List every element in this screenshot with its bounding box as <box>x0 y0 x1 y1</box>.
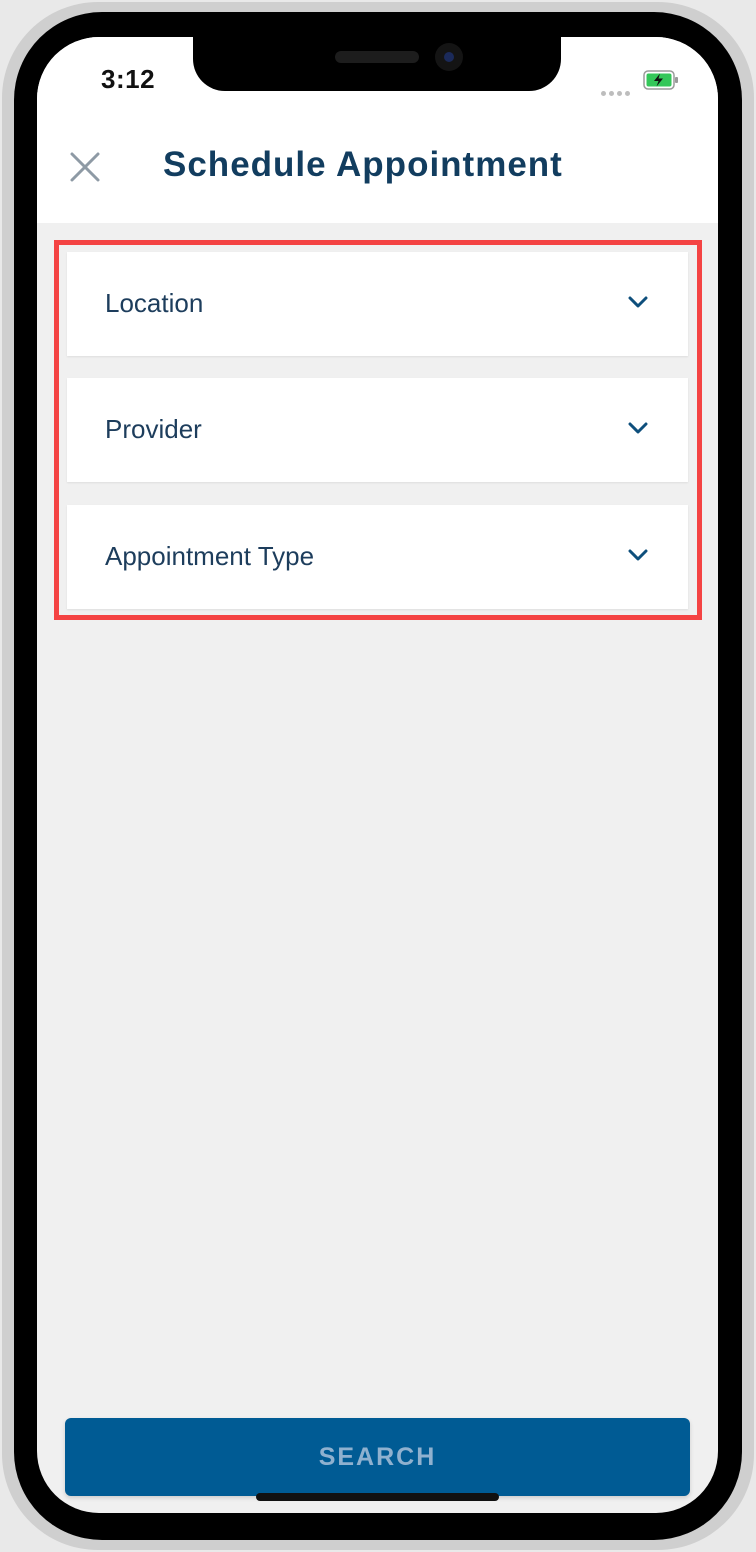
appointment-type-dropdown[interactable]: Appointment Type <box>67 505 688 609</box>
chevron-down-icon <box>628 549 648 561</box>
location-dropdown[interactable]: Location <box>67 252 688 356</box>
device-frame: 3:12 Schedule Appointment Location Provi… <box>0 0 756 1552</box>
chevron-down-icon <box>628 422 648 434</box>
home-indicator[interactable] <box>256 1493 499 1501</box>
signal-icon <box>601 83 633 96</box>
speaker-grille <box>335 51 419 63</box>
chevron-down-icon <box>628 296 648 308</box>
provider-dropdown[interactable]: Provider <box>67 378 688 482</box>
location-dropdown-label: Location <box>105 288 204 318</box>
search-button[interactable]: SEARCH <box>65 1418 690 1496</box>
app-header: 3:12 Schedule Appointment <box>37 37 718 223</box>
app-screen: 3:12 Schedule Appointment Location Provi… <box>37 37 718 1513</box>
status-time: 3:12 <box>101 64 156 94</box>
appointment-type-dropdown-label: Appointment Type <box>105 541 315 571</box>
battery-charging-icon <box>643 70 678 90</box>
device-notch <box>193 37 561 91</box>
provider-dropdown-label: Provider <box>105 414 202 444</box>
front-camera <box>435 43 463 71</box>
close-icon[interactable] <box>67 149 103 185</box>
page-title: Schedule Appointment <box>163 145 563 184</box>
